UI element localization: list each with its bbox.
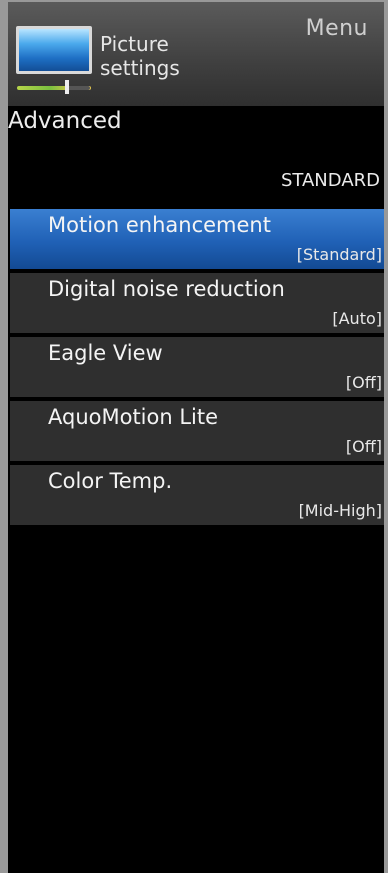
menu-item-digital-noise-reduction[interactable]: Digital noise reduction [Auto]	[10, 273, 384, 333]
menu-item-label: Digital noise reduction	[48, 277, 285, 301]
menu-label: Menu	[305, 16, 368, 41]
menu-item-value: [Auto]	[332, 309, 382, 328]
menu-header: Picture settings Menu	[8, 2, 384, 106]
menu-item-label: Color Temp.	[48, 469, 173, 493]
menu-item-value: [Off]	[345, 373, 382, 392]
section-title: Advanced	[8, 108, 122, 134]
menu-item-motion-enhancement[interactable]: Motion enhancement [Standard]	[10, 209, 384, 269]
menu-item-label: Motion enhancement	[48, 213, 271, 237]
picture-level-knob	[65, 80, 69, 94]
picture-settings-icon	[16, 26, 92, 74]
picture-mode-label: STANDARD	[280, 170, 380, 191]
menu-item-aquomotion-lite[interactable]: AquoMotion Lite [Off]	[10, 401, 384, 461]
menu-item-value: [Off]	[345, 437, 382, 456]
menu-item-label: AquoMotion Lite	[48, 405, 219, 429]
menu-item-value: [Standard]	[296, 245, 382, 264]
menu-item-value: [Mid-High]	[298, 501, 382, 520]
settings-menu-list: Motion enhancement [Standard] Digital no…	[10, 209, 384, 529]
menu-item-label: Eagle View	[48, 341, 163, 365]
menu-item-eagle-view[interactable]: Eagle View [Off]	[10, 337, 384, 397]
header-title: Picture settings	[100, 32, 180, 80]
menu-item-color-temp[interactable]: Color Temp. [Mid-High]	[10, 465, 384, 525]
tv-menu-panel: Picture settings Menu Advanced STANDARD …	[0, 0, 388, 873]
picture-level-track	[68, 86, 90, 90]
